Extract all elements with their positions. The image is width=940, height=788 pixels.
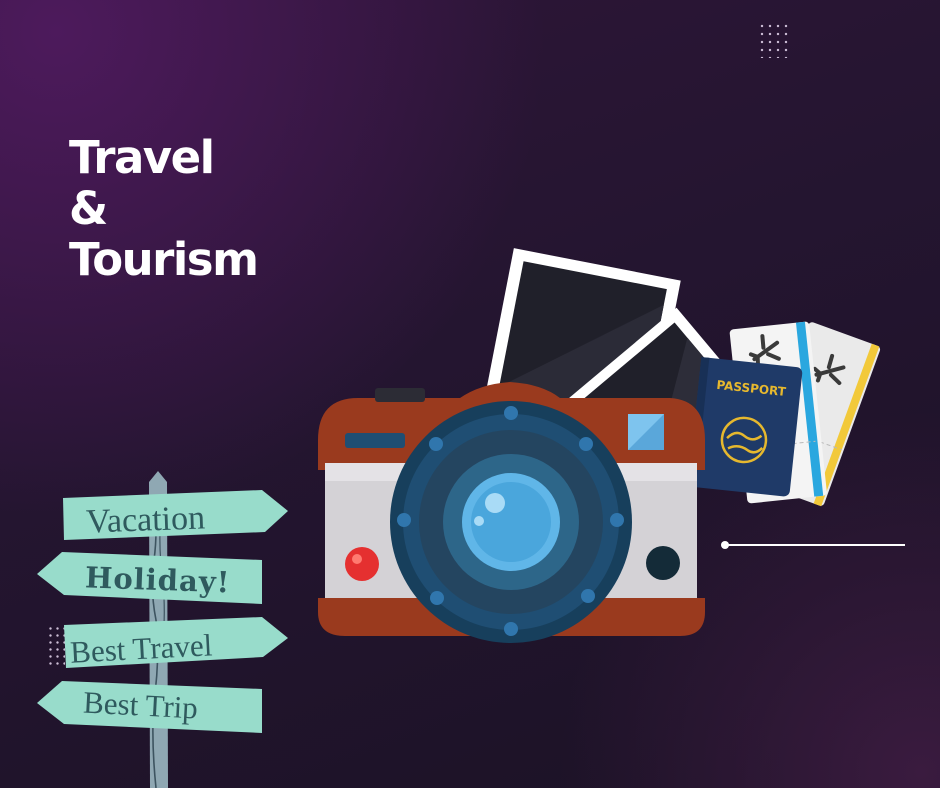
passport-icon: PASSPORT xyxy=(687,357,803,497)
sign-best-trip-text: Best Trip xyxy=(82,685,198,726)
sign-vacation-text: Vacation xyxy=(85,499,205,540)
travel-illustration: Vacation Holiday! Best Travel Best Trip xyxy=(37,248,881,788)
sign-holiday-text: Holiday! xyxy=(84,560,231,599)
sign-best-travel-text: Best Travel xyxy=(69,627,213,669)
camera-icon xyxy=(318,382,705,643)
signpost-icon: Vacation Holiday! Best Travel Best Trip xyxy=(37,471,288,788)
